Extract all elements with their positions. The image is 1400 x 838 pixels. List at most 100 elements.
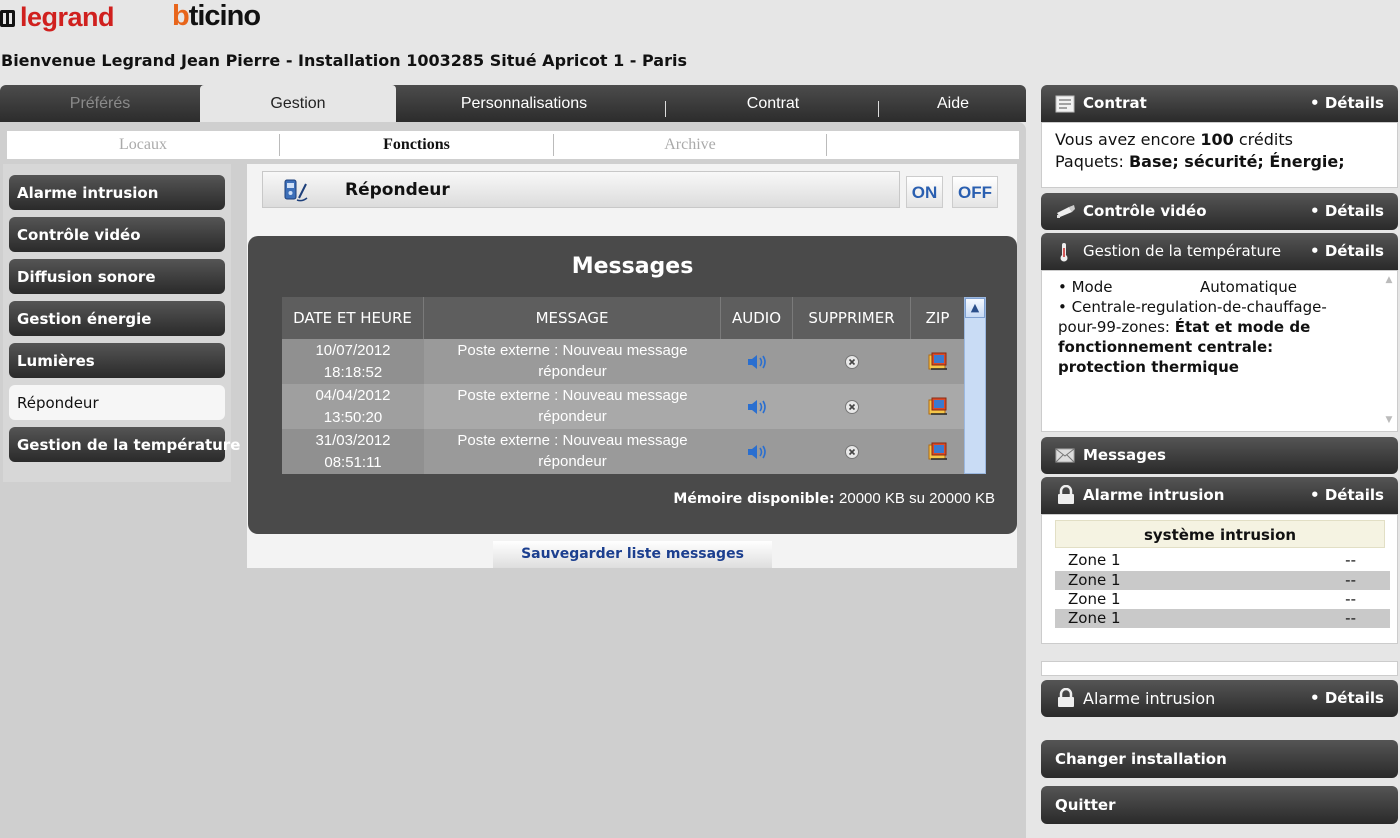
row-time: 13:50:20 [323,409,383,426]
nav-repondeur[interactable]: Répondeur [9,385,225,420]
answering-machine-icon [283,178,309,208]
main-tabs: Préférés Gestion Personnalisations Contr… [0,85,1026,124]
quit-button[interactable]: Quitter [1041,786,1398,824]
subtab-fonctions[interactable]: Fonctions [280,131,553,159]
change-installation-button[interactable]: Changer installation [1041,740,1398,778]
on-button[interactable]: ON [906,176,943,208]
zip-icon[interactable] [911,339,964,384]
table-row: 04/04/2012 13:50:20 Poste externe : Nouve… [282,384,964,429]
row-date: 04/04/2012 [315,387,391,404]
off-button[interactable]: OFF [952,176,998,208]
row-message: Poste externe : Nouveau message [457,387,688,404]
row-message-cell: Poste externe : Nouveau message répondeur [424,384,721,429]
zone-name: Zone 1 [1068,551,1121,569]
lock-icon [1056,687,1076,712]
contrat-details-link[interactable]: • Détails [1310,85,1384,122]
credits-line: Vous avez encore 100 crédits [1055,129,1397,151]
alarm2-title: Alarme intrusion [1083,689,1216,708]
zone-row: Zone 1 -- [1055,609,1390,628]
nav-lumieres[interactable]: Lumières [9,343,225,378]
mode-line: • Mode Automatique [1058,277,1358,297]
legrand-logo-icon [0,10,15,27]
scroll-up-icon[interactable]: ▲ [965,298,985,318]
row-message-cont: répondeur [538,408,607,425]
nav-gestion-energie[interactable]: Gestion énergie [9,301,225,336]
tab-preferes[interactable]: Préférés [0,85,200,122]
audio-play-icon[interactable] [721,429,793,474]
alarm-details-link[interactable]: • Détails [1310,477,1384,514]
subtab-separator [826,134,827,156]
packages-prefix: Paquets: [1055,152,1129,171]
zone-status: -- [1345,590,1356,608]
zone-row: Zone 1 -- [1055,551,1390,570]
save-messages-button[interactable]: Sauvegarder liste messages [493,541,772,568]
zone-name: Zone 1 [1068,609,1121,627]
col-date-heure: DATE ET HEURE [282,297,424,339]
mode-value: Automatique [1200,278,1297,296]
row-time: 08:51:11 [324,454,382,471]
welcome-text: Bienvenue Legrand Jean Pierre - Installa… [1,51,687,70]
nav-gestion-temperature[interactable]: Gestion de la température [9,427,240,462]
tab-aide[interactable]: Aide [880,85,1026,122]
scroll-down-arrow-icon[interactable]: ▼ [1383,415,1395,425]
nav-alarme-intrusion[interactable]: Alarme intrusion [9,175,225,210]
audio-play-icon[interactable] [721,384,793,429]
temperature-title: Gestion de la température [1083,242,1282,260]
row-date: 10/07/2012 [315,342,391,359]
legrand-logo-text: legrand [20,2,115,32]
tab-contrat[interactable]: Contrat [668,85,878,122]
messages-table-header: DATE ET HEURE MESSAGE AUDIO SUPPRIMER ZI… [282,297,964,339]
audio-play-icon[interactable] [721,339,793,384]
zone-name: Zone 1 [1068,571,1121,589]
subtab-locaux[interactable]: Locaux [7,131,279,159]
tab-separator [878,101,879,117]
messages-scrollbar[interactable] [964,297,986,474]
col-supprimer: SUPPRIMER [793,297,911,339]
nav-diffusion-sonore[interactable]: Diffusion sonore [9,259,225,294]
delete-icon[interactable] [793,384,911,429]
temperature-panel-body: • Mode Automatique • Centrale-regulation-… [1041,270,1398,432]
row-message: Poste externe : Nouveau message [457,432,688,449]
memory-label: Mémoire disponible: [673,491,835,507]
zone-row: Zone 1 -- [1055,590,1390,609]
temperature-details-link[interactable]: • Détails [1310,233,1384,270]
central-line: • Centrale-regulation-de-chauffage-pour-… [1058,297,1358,377]
delete-icon[interactable] [793,429,911,474]
col-message: MESSAGE [424,297,721,339]
camera-icon [1055,203,1077,223]
zone-name: Zone 1 [1068,590,1121,608]
temperature-scrollbar[interactable]: ▲ ▼ [1383,275,1395,425]
row-message-cell: Poste externe : Nouveau message répondeur [424,339,721,384]
tab-personnalisations[interactable]: Personnalisations [396,85,652,122]
zip-icon[interactable] [911,429,964,474]
subtab-archive[interactable]: Archive [554,131,826,159]
col-zip: ZIP [925,309,950,327]
alarm2-details-link[interactable]: • Détails [1310,680,1384,717]
video-details-link[interactable]: • Détails [1310,193,1384,230]
credits-count: 100 [1200,130,1234,149]
tab-gestion[interactable]: Gestion [200,85,396,124]
bticino-logo: bticino [172,0,261,32]
credits-prefix: Vous avez encore [1055,130,1201,149]
nav-controle-video[interactable]: Contrôle vidéo [9,217,225,252]
lock-icon [1056,484,1076,509]
contrat-title: Contrat [1083,94,1147,112]
mode-label: • Mode [1058,278,1113,296]
credits-suffix: crédits [1233,130,1293,149]
packages-line: Paquets: Base; sécurité; Énergie; [1055,151,1397,173]
sub-tabs: Locaux Fonctions Archive [7,131,1019,159]
temperature-panel-header: Gestion de la température • Détails [1041,233,1398,270]
delete-icon[interactable] [793,339,911,384]
legrand-logo: legrand [0,2,115,33]
function-title: Répondeur [345,180,450,200]
table-row: 10/07/2012 18:18:52 Poste externe : Nouve… [282,339,964,384]
messages-title: Messages [571,254,694,279]
zone-status: -- [1345,571,1356,589]
zip-icon[interactable] [911,384,964,429]
scroll-up-arrow-icon[interactable]: ▲ [1383,275,1395,285]
row-date-cell: 10/07/2012 18:18:52 [282,339,424,384]
alarm-panel-header: Alarme intrusion • Détails [1041,477,1398,514]
row-date: 31/03/2012 [315,432,391,449]
messages-panel-header[interactable]: Messages [1041,437,1398,474]
temperature-content: • Mode Automatique • Centrale-regulation-… [1058,277,1358,377]
